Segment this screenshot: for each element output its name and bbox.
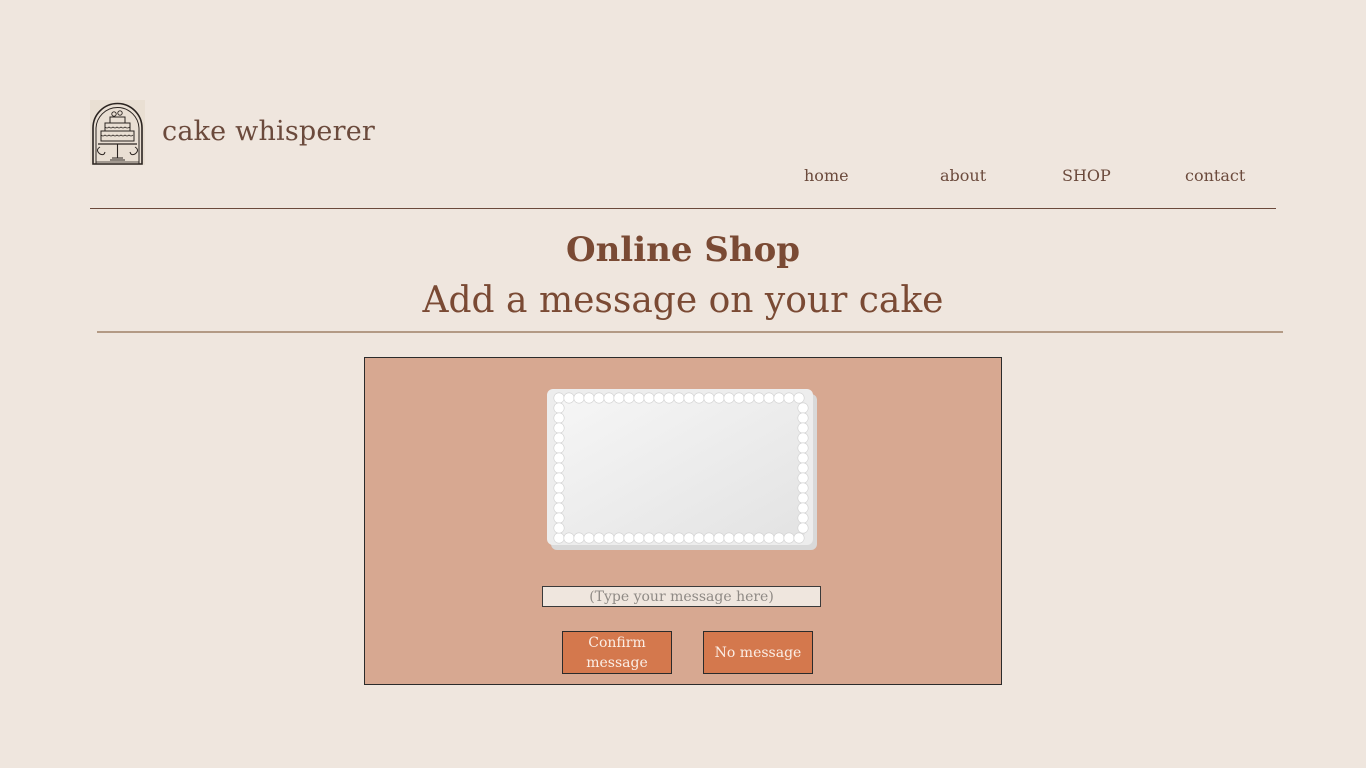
piping-bead [797, 472, 809, 484]
piping-bead [797, 402, 809, 414]
piping-bead [733, 532, 745, 544]
piping-bead [553, 462, 565, 474]
piping-bead [713, 392, 725, 404]
nav-contact-link[interactable]: contact [1185, 166, 1245, 185]
piping-bead [633, 532, 645, 544]
confirm-message-button[interactable]: Confirm message [562, 631, 672, 674]
page: cake whisperer home about SHOP contact O… [0, 0, 1366, 768]
piping-bead [763, 532, 775, 544]
piping-bead [797, 502, 809, 514]
piping-bead [553, 442, 565, 454]
piping-bead [663, 392, 675, 404]
piping-bead [633, 392, 645, 404]
piping-bead [797, 452, 809, 464]
piping-bead [663, 532, 675, 544]
piping-bead [797, 462, 809, 474]
piping-bead [553, 502, 565, 514]
piping-bead [603, 532, 615, 544]
header-divider [90, 208, 1276, 209]
piping-bead [743, 392, 755, 404]
piping-bead [653, 532, 665, 544]
piping-bead [753, 392, 765, 404]
piping-bead [563, 392, 575, 404]
piping-bead [553, 392, 565, 404]
piping-bead [583, 532, 595, 544]
piping-bead [553, 412, 565, 424]
piping-bead [693, 532, 705, 544]
piping-bead [797, 412, 809, 424]
piping-bead [703, 392, 715, 404]
piping-bead [623, 392, 635, 404]
piping-bead [553, 522, 565, 534]
piping-bead [743, 532, 755, 544]
piping-bead [553, 532, 565, 544]
piping-bead [553, 482, 565, 494]
piping-bead [693, 392, 705, 404]
piping-bead [613, 392, 625, 404]
piping-bead [673, 392, 685, 404]
piping-bead [797, 512, 809, 524]
piping-bead [783, 532, 795, 544]
page-title: Online Shop [565, 230, 801, 270]
piping-bead [703, 532, 715, 544]
cake-image [547, 389, 817, 550]
piping-bead [753, 532, 765, 544]
piping-bead [773, 392, 785, 404]
piping-bead [793, 532, 805, 544]
confirm-message-label: Confirm message [586, 634, 648, 671]
message-input[interactable] [542, 586, 821, 607]
nav-shop-link[interactable]: SHOP [1062, 166, 1111, 185]
no-message-label: No message [714, 644, 802, 661]
message-panel: Confirm message No message [364, 357, 1002, 685]
piping-bead [683, 392, 695, 404]
piping-bead [797, 522, 809, 534]
piping-bead [593, 392, 605, 404]
piping-bead [553, 402, 565, 414]
title-divider [97, 331, 1283, 333]
piping-bead [553, 512, 565, 524]
piping-bead [573, 532, 585, 544]
piping-bead [603, 392, 615, 404]
page-subtitle: Add a message on your cake [422, 280, 944, 321]
nav-about-link[interactable]: about [940, 166, 986, 185]
piping-bead [797, 432, 809, 444]
piping-bead [797, 422, 809, 434]
piping-bead [797, 482, 809, 494]
no-message-button[interactable]: No message [703, 631, 813, 674]
piping-bead [683, 532, 695, 544]
piping-bead [723, 392, 735, 404]
piping-bead [593, 532, 605, 544]
piping-bead [613, 532, 625, 544]
piping-bead [733, 392, 745, 404]
piping-bead [553, 432, 565, 444]
piping-bead [553, 492, 565, 504]
piping-bead [713, 532, 725, 544]
piping-bead [653, 392, 665, 404]
piping-bead [763, 392, 775, 404]
piping-bead [673, 532, 685, 544]
piping-bead [573, 392, 585, 404]
piping-bead [553, 422, 565, 434]
piping-bead [563, 532, 575, 544]
piping-bead [623, 532, 635, 544]
cake-logo-icon[interactable] [90, 100, 145, 165]
piping-bead [797, 442, 809, 454]
main-navigation: home about SHOP contact [0, 166, 1366, 188]
piping-bead [583, 392, 595, 404]
piping-bead [643, 392, 655, 404]
nav-home-link[interactable]: home [804, 166, 849, 185]
piping-bead [783, 392, 795, 404]
piping-bead [797, 492, 809, 504]
piping-bead [643, 532, 655, 544]
brand-name[interactable]: cake whisperer [162, 116, 375, 147]
piping-bead [793, 392, 805, 404]
piping-bead [723, 532, 735, 544]
piping-bead [553, 472, 565, 484]
piping-bead [553, 452, 565, 464]
piping-bead [773, 532, 785, 544]
